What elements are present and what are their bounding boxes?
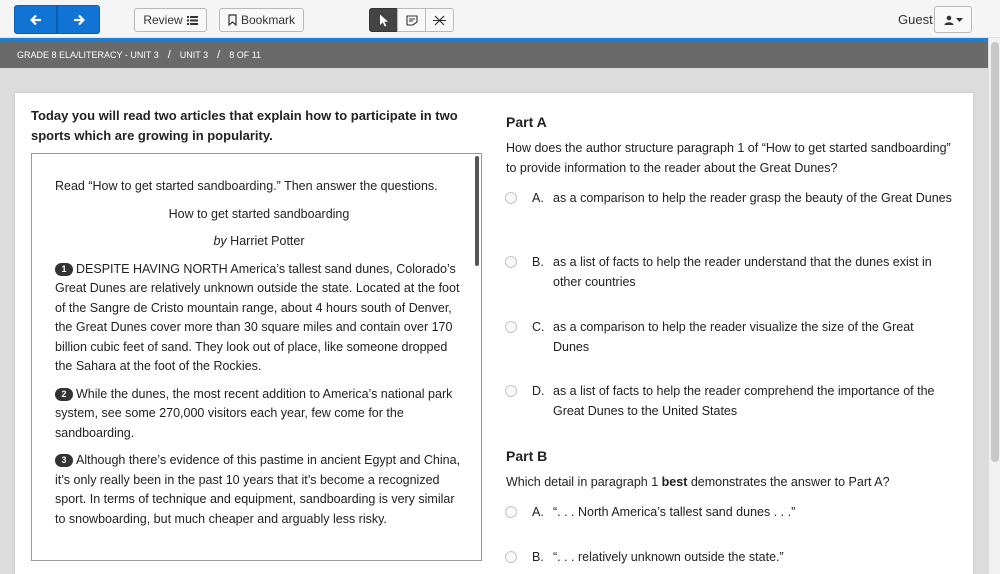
radio-button[interactable] bbox=[505, 506, 517, 518]
breadcrumb-position: 8 OF 11 bbox=[229, 50, 262, 60]
part-b-stem: Which detail in paragraph 1 best demonst… bbox=[506, 472, 954, 492]
passage-paragraph: 2 While the dunes, the most recent additi… bbox=[55, 385, 463, 444]
passage-instruction: Read “How to get started sandboarding.” … bbox=[55, 179, 438, 193]
review-label: Review bbox=[143, 13, 183, 27]
paragraph-text: While the dunes, the most recent additio… bbox=[55, 386, 453, 440]
passage-box[interactable]: Read “How to get started sandboarding.” … bbox=[31, 153, 482, 561]
paragraph-text: DESPITE HAVING NORTH America’s tallest s… bbox=[55, 261, 460, 374]
radio-button[interactable] bbox=[505, 551, 517, 563]
stem-text: Which detail in paragraph 1 bbox=[506, 475, 662, 489]
part-a-option-a[interactable]: A. as a comparison to help the reader gr… bbox=[505, 189, 955, 229]
page-scrollbar-thumb[interactable] bbox=[991, 42, 999, 462]
passage-author: Harriet Potter bbox=[230, 234, 305, 248]
passage-paragraph: 1 DESPITE HAVING NORTH America’s tallest … bbox=[55, 260, 463, 377]
breadcrumb-separator: / bbox=[217, 49, 221, 61]
part-b-title: Part B bbox=[506, 448, 548, 464]
byline-prefix: by bbox=[213, 234, 227, 248]
radio-button[interactable] bbox=[505, 256, 517, 268]
part-b-option-a[interactable]: A. “. . . North America’s tallest sand d… bbox=[505, 503, 955, 523]
notes-tool-button[interactable] bbox=[397, 8, 426, 32]
bookmark-button[interactable]: Bookmark bbox=[219, 8, 304, 32]
passage-paragraph: 3 Although there’s evidence of this pasti… bbox=[55, 451, 463, 529]
page-scrollbar[interactable] bbox=[988, 38, 1000, 574]
navigation-buttons bbox=[14, 5, 100, 34]
pointer-tool-button[interactable] bbox=[369, 8, 398, 32]
passage-scrollbar[interactable] bbox=[475, 156, 479, 266]
option-letter: B. bbox=[532, 550, 544, 564]
breadcrumb-course: GRADE 8 ELA/LITERACY - UNIT 3 bbox=[17, 50, 159, 60]
part-a-title: Part A bbox=[506, 114, 547, 130]
radio-button[interactable] bbox=[505, 385, 517, 397]
part-a-option-d[interactable]: D. as a list of facts to help the reader… bbox=[505, 382, 955, 422]
paragraph-number: 1 bbox=[55, 262, 73, 276]
option-text: as a list of facts to help the reader un… bbox=[553, 255, 932, 289]
option-letter: B. bbox=[532, 255, 544, 269]
paragraph-text: Although there’s evidence of this pastim… bbox=[55, 453, 461, 526]
option-text: “. . . relatively unknown outside the st… bbox=[553, 550, 784, 564]
part-a-stem: How does the author structure paragraph … bbox=[506, 141, 951, 175]
arrow-right-icon bbox=[73, 14, 85, 25]
back-button[interactable] bbox=[14, 5, 57, 34]
bookmark-icon bbox=[228, 14, 237, 26]
paragraph-number: 2 bbox=[55, 387, 73, 401]
option-text: “. . . North America’s tallest sand dune… bbox=[553, 505, 796, 519]
list-icon bbox=[186, 15, 198, 25]
option-letter: D. bbox=[532, 384, 545, 398]
option-letter: C. bbox=[532, 320, 545, 334]
radio-button[interactable] bbox=[505, 192, 517, 204]
bookmark-label: Bookmark bbox=[240, 13, 296, 27]
user-menu-button[interactable] bbox=[934, 6, 972, 33]
strikethrough-icon bbox=[433, 15, 446, 25]
passage-content: Read “How to get started sandboarding.” … bbox=[55, 177, 463, 537]
part-a-option-b[interactable]: B. as a list of facts to help the reader… bbox=[505, 253, 955, 293]
note-icon bbox=[405, 14, 418, 26]
stem-emphasis: best bbox=[661, 475, 688, 489]
option-text: as a comparison to help the reader grasp… bbox=[553, 191, 952, 205]
option-text: as a list of facts to help the reader co… bbox=[553, 384, 935, 418]
passage-byline: by Harriet Potter bbox=[55, 232, 463, 252]
arrow-left-icon bbox=[29, 14, 41, 25]
passage-title: How to get started sandboarding bbox=[168, 206, 350, 221]
part-a-option-c[interactable]: C. as a comparison to help the reader vi… bbox=[505, 318, 955, 358]
option-letter: A. bbox=[532, 191, 544, 205]
part-b-option-b[interactable]: B. “. . . relatively unknown outside the… bbox=[505, 548, 955, 568]
user-label: Guest bbox=[898, 12, 933, 27]
next-button[interactable] bbox=[57, 5, 100, 34]
paragraph-number: 3 bbox=[55, 454, 73, 467]
strikethrough-tool-button[interactable] bbox=[425, 8, 454, 32]
tool-group bbox=[369, 8, 454, 32]
user-icon bbox=[944, 15, 953, 25]
option-text: as a comparison to help the reader visua… bbox=[553, 320, 914, 354]
breadcrumb-separator: / bbox=[167, 49, 171, 61]
pointer-icon bbox=[379, 14, 388, 26]
stimulus-intro: Today you will read two articles that ex… bbox=[31, 108, 458, 143]
breadcrumb: GRADE 8 ELA/LITERACY - UNIT 3 / UNIT 3 /… bbox=[0, 42, 988, 68]
top-toolbar: Review Bookmark Guest bbox=[0, 0, 1000, 38]
review-button[interactable]: Review bbox=[134, 8, 207, 32]
option-letter: A. bbox=[532, 505, 544, 519]
caret-down-icon bbox=[955, 17, 963, 22]
radio-button[interactable] bbox=[505, 321, 517, 333]
stem-text: demonstrates the answer to Part A? bbox=[687, 475, 890, 489]
breadcrumb-unit: UNIT 3 bbox=[179, 50, 209, 60]
